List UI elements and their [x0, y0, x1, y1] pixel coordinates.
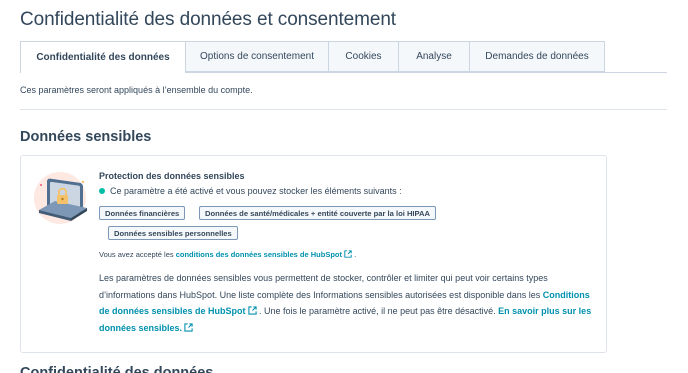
tag-health-hipaa-data: Données de santé/médicales + entité couv…: [199, 206, 437, 220]
laptop-lock-illustration: [34, 172, 87, 224]
tab-bar: Confidentialité des données Options de c…: [20, 41, 605, 73]
status-text: Ce paramètre a été activé et vous pouvez…: [110, 186, 402, 196]
intro-text: Ces paramètres seront appliqués à l’ense…: [20, 85, 253, 95]
sensitive-data-description: Les paramètres de données sensibles vous…: [99, 270, 599, 336]
terms-link[interactable]: conditions des données sensibles de HubS…: [176, 250, 342, 259]
tab-bar-underline: [185, 72, 667, 73]
external-link-icon[interactable]: [184, 322, 193, 332]
external-link-icon[interactable]: [344, 250, 352, 258]
sensitive-data-card: Protection des données sensibles Ce para…: [20, 155, 607, 353]
tag-personal-sensitive-data: Données sensibles personnelles: [108, 226, 238, 240]
card-title: Protection des données sensibles: [99, 171, 245, 181]
status-line: Ce paramètre a été activé et vous pouvez…: [99, 186, 402, 196]
external-link-icon[interactable]: [247, 306, 257, 315]
page-title: Confidentialité des données et consentem…: [20, 9, 396, 30]
section-divider: [20, 109, 667, 110]
section-title-data-privacy: Confidentialité des données: [20, 365, 214, 373]
settings-page: Confidentialité des données et consentem…: [0, 0, 688, 373]
terms-prefix: Vous avez accepté les: [99, 250, 176, 259]
tab-data-requests[interactable]: Demandes de données: [469, 41, 605, 72]
status-enabled-dot: [99, 188, 105, 194]
tab-consent-options[interactable]: Options de consentement: [185, 41, 328, 72]
tag-financial-data: Données financières: [99, 206, 186, 220]
section-title-sensitive-data: Données sensibles: [20, 129, 152, 145]
desc-text-2: . Une fois le paramètre activé, il ne pe…: [256, 306, 499, 316]
desc-text-1: Les paramètres de données sensibles vous…: [99, 273, 548, 300]
terms-acceptance-line: Vous avez accepté les conditions des don…: [99, 250, 356, 259]
tab-analytics[interactable]: Analyse: [398, 41, 469, 72]
tab-data-privacy[interactable]: Confidentialité des données: [20, 41, 185, 73]
tab-cookies[interactable]: Cookies: [328, 41, 398, 72]
terms-suffix: .: [352, 250, 357, 259]
